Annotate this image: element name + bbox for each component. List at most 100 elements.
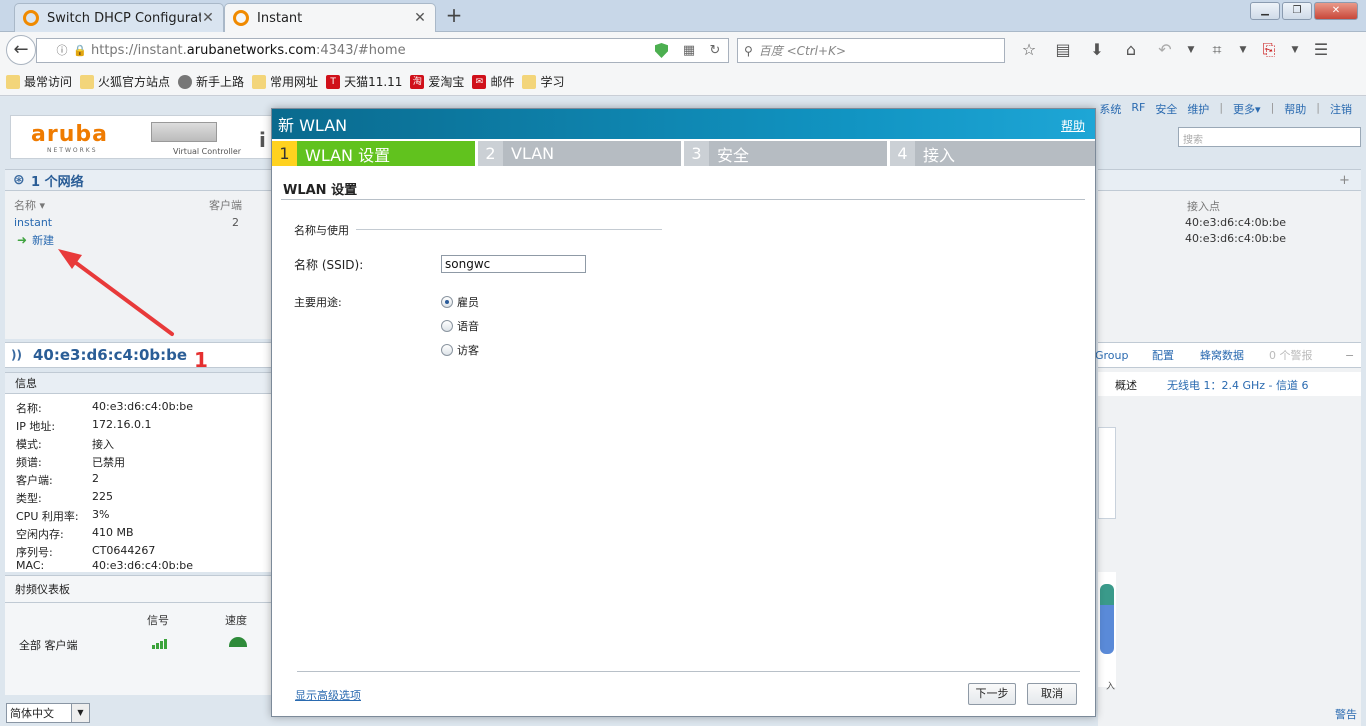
bookmark-icon xyxy=(6,74,20,89)
browser-tab-dhcp[interactable]: Switch DHCP Configurati... ✕ xyxy=(14,3,224,32)
url-bar[interactable]: ⓘ 🔒 https://instant.arubanetworks.com:43… xyxy=(36,38,729,63)
restore-button[interactable]: ❐ xyxy=(1282,2,1312,20)
bookmark-item[interactable]: 新手上路 xyxy=(178,73,244,90)
info-row: 序列号: CT0644267 xyxy=(16,544,156,559)
info-row: IP 地址: 172.16.0.1 xyxy=(16,418,152,433)
alerts-link[interactable]: 警告 xyxy=(1335,706,1357,722)
bookmark-item[interactable]: 淘爱淘宝 xyxy=(410,73,464,90)
nav-separator: | xyxy=(1270,101,1275,114)
radio-employee[interactable]: 雇员 xyxy=(441,294,479,310)
home-icon[interactable]: ⌂ xyxy=(1114,38,1148,62)
group-link[interactable]: Group xyxy=(1095,349,1129,362)
tab-overview[interactable]: 概述 xyxy=(1115,377,1137,393)
collapse-icon[interactable]: − xyxy=(1345,349,1354,362)
nav-security[interactable]: 安全 xyxy=(1155,101,1177,117)
step-access[interactable]: 4 接入 xyxy=(890,141,1095,166)
radio-voice[interactable]: 语音 xyxy=(441,318,479,334)
signal-bars-icon xyxy=(152,637,170,649)
step-vlan[interactable]: 2 VLAN xyxy=(478,141,684,166)
dialog-title: 新 WLAN xyxy=(278,116,348,135)
crop-icon[interactable]: ⌗ xyxy=(1200,38,1234,62)
alerts-count: 0 个警报 xyxy=(1269,349,1313,362)
bookmark-star-icon[interactable]: ☆ xyxy=(1012,38,1046,62)
chevron-down-icon[interactable]: ▼ xyxy=(1286,38,1304,62)
pdf-icon[interactable]: ⎘ xyxy=(1252,38,1286,62)
tab-title: Switch DHCP Configurati... xyxy=(47,10,201,26)
global-search-input[interactable]: 搜索 xyxy=(1178,127,1361,147)
bookmark-item[interactable]: 常用网址 xyxy=(252,73,318,90)
shield-icon[interactable] xyxy=(655,43,668,58)
expand-plus-icon[interactable]: + xyxy=(1339,173,1350,188)
col-clients-header[interactable]: 客户端 xyxy=(209,197,242,213)
info-icon[interactable]: ⓘ xyxy=(55,44,69,58)
search-box[interactable]: ⚲ 百度 <Ctrl+K> xyxy=(737,38,1005,63)
cellular-link[interactable]: 蜂窝数据 xyxy=(1200,347,1244,363)
bookmark-item[interactable]: 学习 xyxy=(522,73,564,90)
radio-button[interactable] xyxy=(441,320,453,332)
browser-toolbar: ☆ ▤ ⬇ ⌂ ↶ ▼ ⌗ ▼ ⎘ ▼ ☰ xyxy=(1012,38,1338,62)
show-advanced-link[interactable]: 显示高级选项 xyxy=(295,687,361,703)
right-action-bar: Group 配置 蜂窝数据 0 个警报 − xyxy=(1095,342,1361,368)
bookmark-item[interactable]: ✉ 邮件 xyxy=(472,73,514,90)
menu-icon[interactable]: ☰ xyxy=(1304,38,1338,62)
bookmark-item[interactable]: 最常访问 xyxy=(6,73,72,90)
reload-icon[interactable]: ↻ xyxy=(702,43,728,58)
info-row: 频谱: 已禁用 xyxy=(16,456,125,469)
close-window-button[interactable]: ✕ xyxy=(1314,2,1358,20)
tab-radio-1[interactable]: 无线电 1：2.4 GHz - 信道 6 xyxy=(1167,377,1309,393)
speed-gauge-icon xyxy=(229,637,247,647)
undo-icon[interactable]: ↶ xyxy=(1148,38,1182,62)
info-row: 模式: 接入 xyxy=(16,438,114,451)
close-tab-icon[interactable]: ✕ xyxy=(201,10,215,26)
nav-help[interactable]: 帮助 xyxy=(1284,101,1306,117)
group-label: 名称与使用 xyxy=(294,224,349,237)
help-link[interactable]: 帮助 xyxy=(1061,117,1085,134)
info-row: 空闲内存: 410 MB xyxy=(16,526,134,541)
chevron-down-icon[interactable]: ▼ xyxy=(71,704,89,722)
chevron-down-icon[interactable]: ▼ xyxy=(1182,38,1200,62)
cancel-button[interactable]: 取消 xyxy=(1027,683,1077,705)
bookmark-item[interactable]: T 天猫11.11 xyxy=(326,73,402,90)
nav-more[interactable]: 更多▾ xyxy=(1233,101,1261,117)
rf-dashboard-title: 射频仪表板 xyxy=(5,575,272,603)
col-name-header[interactable]: 名称 ▾ xyxy=(14,197,45,213)
url-text[interactable]: https://instant.arubanetworks.com:4343/#… xyxy=(91,43,655,58)
network-client-count: 2 xyxy=(232,216,239,229)
info-row: MAC: 40:e3:d6:c4:0b:be xyxy=(16,559,194,572)
download-icon[interactable]: ⬇ xyxy=(1080,38,1114,62)
aruba-logo: aruba xyxy=(31,122,108,147)
network-link-instant[interactable]: instant xyxy=(14,216,52,229)
nav-rf[interactable]: RF xyxy=(1131,101,1145,117)
rf-dashboard-panel: 射频仪表板 信号 速度 全部 客户端 xyxy=(5,575,272,695)
back-button[interactable]: ← xyxy=(6,35,36,65)
browser-nav-bar: ⓘ 🔒 https://instant.arubanetworks.com:43… xyxy=(0,32,1366,68)
all-clients-label[interactable]: 全部 客户端 xyxy=(19,637,78,653)
nav-system[interactable]: 系统 xyxy=(1099,101,1121,117)
nav-maintenance[interactable]: 维护 xyxy=(1187,101,1209,117)
new-network-link[interactable]: ➜ 新建 xyxy=(17,232,54,248)
radio-button[interactable] xyxy=(441,344,453,356)
language-select[interactable]: 简体中文 ▼ xyxy=(6,703,90,723)
step-wlan-settings[interactable]: 1 WLAN 设置 xyxy=(272,141,478,166)
close-tab-icon[interactable]: ✕ xyxy=(413,10,427,26)
reading-list-icon[interactable]: ▤ xyxy=(1046,38,1080,62)
radio-guest[interactable]: 访客 xyxy=(441,342,479,358)
browser-tab-instant[interactable]: Instant ✕ xyxy=(224,3,436,32)
nav-logout[interactable]: 注销 xyxy=(1330,101,1352,117)
radio-button-checked[interactable] xyxy=(441,296,453,308)
minimize-button[interactable]: ▁ xyxy=(1250,2,1280,20)
qr-code-icon[interactable]: ▦ xyxy=(676,43,702,58)
next-button[interactable]: 下一步 xyxy=(968,683,1016,705)
networks-panel-title: ⊛ 1 个网络 xyxy=(5,169,272,191)
bookmark-item[interactable]: 火狐官方站点 xyxy=(80,73,170,90)
aruba-favicon-icon xyxy=(23,10,39,26)
chart-in-label: 入 xyxy=(1106,682,1116,692)
right-tabs: 概述 无线电 1：2.4 GHz - 信道 6 xyxy=(1098,372,1361,396)
new-tab-button[interactable]: + xyxy=(444,5,464,25)
ssid-input[interactable] xyxy=(441,255,586,273)
lock-icon[interactable]: 🔒 xyxy=(73,44,87,58)
top-nav: 系统 RF 安全 维护 | 更多▾ | 帮助 | 注销 xyxy=(1099,101,1352,117)
step-security[interactable]: 3 安全 xyxy=(684,141,890,166)
chevron-down-icon[interactable]: ▼ xyxy=(1234,38,1252,62)
config-link[interactable]: 配置 xyxy=(1152,347,1174,363)
